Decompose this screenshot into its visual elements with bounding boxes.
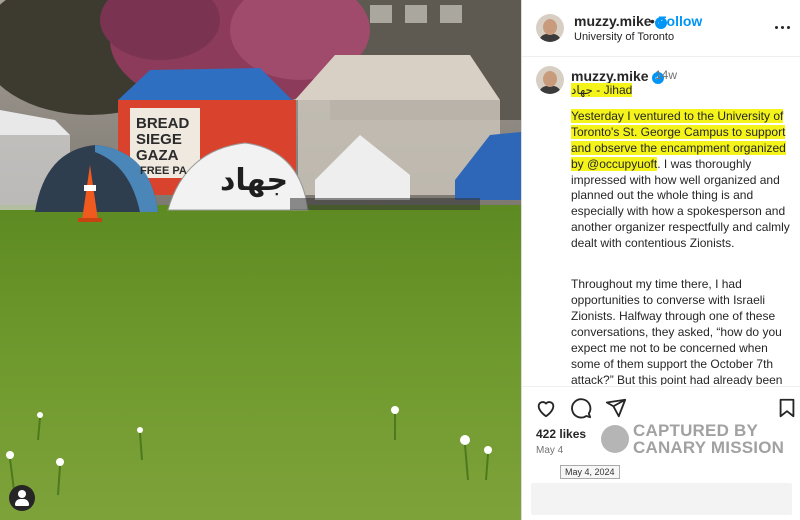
caption-paragraph-2: Throughout my time there, I had opportun… [571,277,783,385]
comment-icon[interactable] [570,397,592,419]
caption-scroll-area[interactable]: muzzy.mike ✓ 14w جهاد - Jihad Yesterday I… [522,58,800,385]
canary-logo-icon [601,425,629,453]
post-date[interactable]: May 4 [536,445,563,456]
heart-icon[interactable] [535,397,557,419]
banner-line-2: SIEGE [136,131,182,148]
post-photo[interactable]: BREAD SIEGE GAZA FREE PA جهاد [0,0,521,520]
post-header: muzzy.mike ✓ • Follow University of Toron… [522,0,800,57]
watermark-line-2: CANARY MISSION [633,438,785,457]
banner-line-1: BREAD [136,115,190,132]
caption-timestamp[interactable]: 14w [655,68,677,82]
more-horizontal-icon[interactable] [775,19,791,35]
encampment-photo: BREAD SIEGE GAZA FREE PA جهاد [0,0,521,520]
avatar[interactable] [536,14,564,42]
avatar[interactable] [536,66,564,94]
caption-username-link[interactable]: muzzy.mike ✓ [571,68,664,84]
caption-title: جهاد - Jihad [571,83,633,97]
watermark: CAPTURED BY CANARY MISSION [601,421,800,461]
username[interactable]: muzzy.mike [574,13,652,29]
bookmark-icon[interactable] [776,397,798,419]
separator: • [650,13,655,29]
banner-line-4: FREE PA [140,165,187,177]
tent-graffiti: جهاد [220,163,288,198]
caption-username[interactable]: muzzy.mike [571,68,649,84]
banner-line-3: GAZA [136,147,179,164]
follow-button[interactable]: Follow [658,13,702,29]
tagged-users-icon[interactable] [9,485,35,511]
share-icon[interactable] [605,397,627,419]
location-link[interactable]: University of Toronto [574,31,674,43]
date-tooltip: May 4, 2024 [560,465,620,479]
comment-input-area[interactable] [531,483,792,515]
likes-count[interactable]: 422 likes [536,427,586,441]
caption-text: جهاد - Jihad Yesterday I ventured to the… [571,83,797,385]
